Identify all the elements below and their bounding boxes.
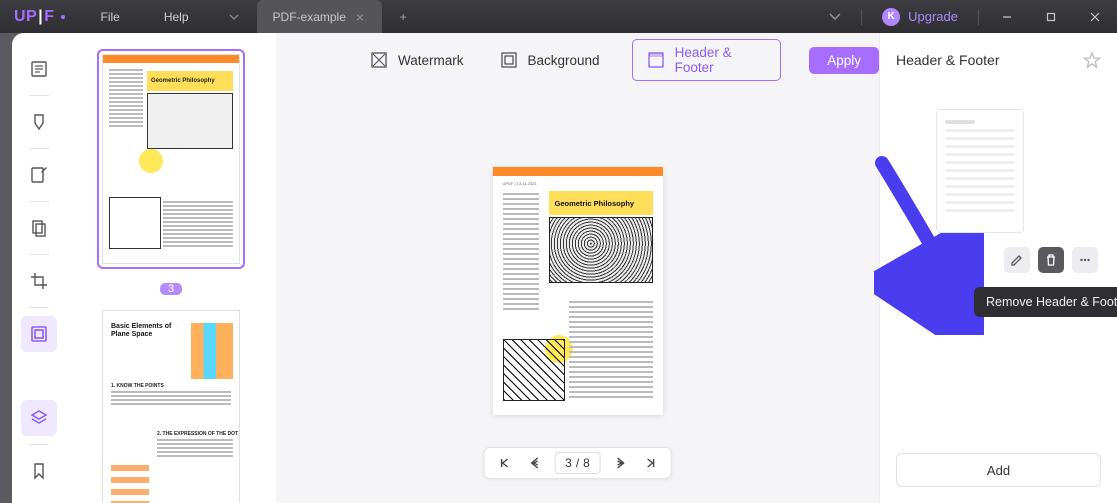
logo-dot-icon	[61, 15, 65, 19]
rail-separator	[29, 95, 49, 96]
page-meta: UPDF | 13.11.2023	[503, 181, 537, 186]
pager-field[interactable]: 3 / 8	[554, 452, 601, 474]
window-minimize[interactable]	[985, 0, 1029, 33]
titlebar-dropdown[interactable]	[815, 13, 855, 20]
pager-next-icon[interactable]	[611, 453, 631, 473]
thumb-section-2: 2. THE EXPRESSION OF THE DOT	[157, 431, 238, 437]
top-toolbar: Watermark Background Header & Footer App…	[276, 33, 879, 87]
tool-header-footer[interactable]: Header & Footer	[632, 39, 782, 81]
thumbnail-preview: Basic Elements of Plane Space 1. KNOW TH…	[102, 310, 240, 503]
left-rail	[12, 33, 66, 503]
tool-bookmark-icon[interactable]	[21, 453, 57, 489]
preset-edit-button[interactable]	[1004, 247, 1030, 273]
pager: 3 / 8	[483, 447, 672, 479]
separator	[978, 9, 979, 25]
add-header-footer-button[interactable]: Add	[896, 453, 1101, 487]
tool-organize-icon[interactable]	[21, 210, 57, 246]
title-bar: UP|F File Help PDF-example × + K Upgrade	[0, 0, 1117, 33]
window-maximize[interactable]	[1029, 0, 1073, 33]
tool-background[interactable]: Background	[496, 45, 604, 75]
app-logo: UP|F	[0, 8, 79, 26]
window-close[interactable]	[1073, 0, 1117, 33]
rail-separator	[29, 254, 49, 255]
rail-separator	[29, 201, 49, 202]
header-footer-icon	[647, 51, 665, 69]
thumbnail-preview: Geometric Philosophy	[102, 54, 240, 264]
pager-prev-icon[interactable]	[524, 453, 544, 473]
canvas-area: Watermark Background Header & Footer App…	[276, 33, 879, 503]
pager-total: 8	[583, 456, 590, 470]
tool-crop-icon[interactable]	[21, 263, 57, 299]
page-artwork	[549, 217, 653, 283]
favorite-star-icon[interactable]	[1083, 51, 1101, 69]
tool-edit-icon[interactable]	[21, 157, 57, 193]
menu-file[interactable]: File	[79, 0, 142, 33]
right-panel-header: Header & Footer	[880, 33, 1117, 87]
thumb-title: Geometric Philosophy	[147, 71, 233, 91]
avatar: K	[882, 8, 900, 26]
page-artwork-2	[503, 339, 565, 401]
tab-active[interactable]: PDF-example ×	[257, 0, 383, 33]
preset-more-button[interactable]	[1072, 247, 1098, 273]
rail-separator	[29, 148, 49, 149]
thumb-section-1: 1. KNOW THE POINTS	[111, 383, 164, 389]
header-footer-preset[interactable]: Remove Header & Footer	[936, 109, 1101, 273]
preset-preview	[936, 109, 1024, 233]
tool-watermark[interactable]: Watermark	[366, 45, 468, 75]
separator	[861, 9, 862, 25]
tool-marker-icon[interactable]	[21, 104, 57, 140]
tool-layers-icon[interactable]	[21, 400, 57, 436]
pager-sep: /	[576, 456, 579, 470]
tool-page-tools-icon[interactable]	[21, 316, 57, 352]
preset-delete-button[interactable]	[1038, 247, 1064, 273]
watermark-icon	[370, 51, 388, 69]
pager-current: 3	[565, 456, 572, 470]
tool-label: Watermark	[398, 53, 464, 68]
tab-overflow-dropdown[interactable]	[211, 0, 257, 33]
logo-divider: |	[38, 8, 43, 26]
thumbnail-page-3[interactable]: Geometric Philosophy	[97, 49, 245, 269]
pager-last-icon[interactable]	[641, 453, 661, 473]
tab-close-icon[interactable]: ×	[356, 9, 364, 25]
upgrade-label: Upgrade	[908, 9, 958, 24]
tool-label: Header & Footer	[675, 45, 767, 75]
tool-label: Background	[528, 53, 600, 68]
thumb-title: Basic Elements of Plane Space	[111, 323, 183, 338]
menu-help[interactable]: Help	[142, 0, 211, 33]
right-panel-body: Remove Header & Footer	[880, 87, 1117, 453]
rail-separator	[29, 307, 49, 308]
tab-new-button[interactable]: +	[382, 0, 424, 33]
right-panel-title: Header & Footer	[896, 52, 1000, 68]
tab-label: PDF-example	[273, 10, 346, 24]
logo-text-left: UP	[14, 8, 37, 26]
tab-strip: PDF-example × +	[211, 0, 425, 33]
titlebar-right: K Upgrade	[815, 0, 1117, 33]
delete-tooltip: Remove Header & Footer	[974, 287, 1117, 317]
thumbnail-page-number: 3	[160, 283, 182, 295]
logo-text-right: F	[44, 8, 54, 26]
preset-controls	[1004, 247, 1101, 273]
background-icon	[500, 51, 518, 69]
rail-separator	[29, 444, 49, 445]
apply-button[interactable]: Apply	[809, 47, 879, 74]
page-view[interactable]: UPDF | 13.11.2023 Geometric Philosophy	[493, 167, 663, 415]
window-controls	[985, 0, 1117, 33]
page-title: Geometric Philosophy	[549, 191, 653, 215]
tool-reader-icon[interactable]	[21, 51, 57, 87]
pager-first-icon[interactable]	[494, 453, 514, 473]
thumbnail-panel: Geometric Philosophy 3 Basic Elements of…	[66, 33, 276, 503]
app-body: Geometric Philosophy 3 Basic Elements of…	[12, 33, 1117, 503]
right-panel: Header & Footer	[879, 33, 1117, 503]
upgrade-button[interactable]: K Upgrade	[868, 0, 972, 33]
rail-bottom	[21, 400, 57, 489]
thumbnail-page-4[interactable]: Basic Elements of Plane Space 1. KNOW TH…	[97, 305, 245, 503]
